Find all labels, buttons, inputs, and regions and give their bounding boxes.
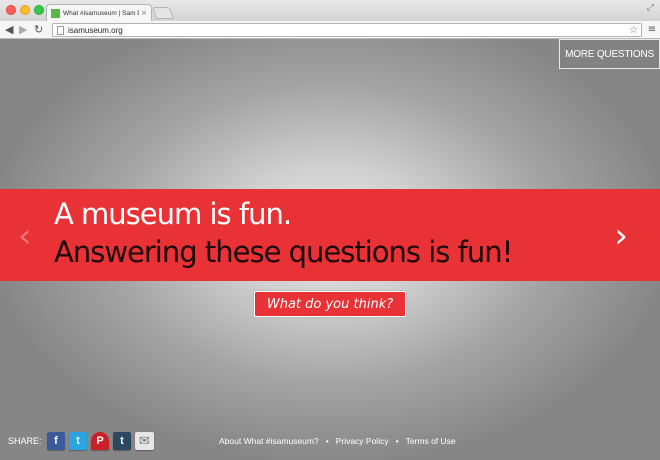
next-arrow-icon[interactable]: ›	[614, 219, 628, 253]
twitter-icon[interactable]: t	[69, 432, 87, 450]
browser-titlebar: What #isamuseum | Sam D × ⤢	[0, 0, 660, 22]
window-minimize-button[interactable]	[20, 5, 30, 15]
page-viewport: MORE QUESTIONS ‹ A museum is fun. Answer…	[0, 39, 660, 460]
more-questions-button[interactable]: MORE QUESTIONS	[559, 39, 660, 69]
tab-close-icon[interactable]: ×	[141, 10, 147, 17]
window-maximize-button[interactable]	[34, 5, 44, 15]
terms-of-use-link[interactable]: Terms of Use	[406, 436, 456, 446]
facebook-icon[interactable]: f	[47, 432, 65, 450]
footer: SHARE: f t P t ✉ About What #isamuseum? •…	[0, 431, 660, 453]
previous-arrow-icon[interactable]: ‹	[18, 219, 32, 253]
footer-separator: •	[325, 436, 329, 446]
window-close-button[interactable]	[6, 5, 16, 15]
email-icon[interactable]: ✉	[135, 432, 154, 450]
tumblr-icon[interactable]: t	[113, 432, 131, 450]
reload-icon[interactable]: ↻	[34, 23, 43, 37]
what-do-you-think-button[interactable]: What do you think?	[254, 291, 406, 317]
statement-banner: ‹ A museum is fun. Answering these quest…	[0, 189, 660, 281]
fullscreen-icon[interactable]: ⤢	[647, 4, 654, 13]
browser-tab[interactable]: What #isamuseum | Sam D ×	[46, 4, 152, 22]
pinterest-icon[interactable]: P	[91, 432, 109, 450]
privacy-policy-link[interactable]: Privacy Policy	[336, 436, 389, 446]
share-label: SHARE:	[8, 436, 42, 446]
browser-menu-icon[interactable]: ≡	[648, 23, 656, 37]
bookmark-star-icon[interactable]: ☆	[629, 24, 638, 37]
page-icon	[57, 26, 64, 35]
statement-line-2: Answering these questions is fun!	[54, 235, 513, 269]
footer-separator: •	[395, 436, 399, 446]
back-arrow-icon[interactable]: ◀	[5, 23, 13, 37]
statement-line-1: A museum is fun.	[54, 197, 292, 231]
url-text[interactable]: isamuseum.org	[68, 24, 123, 37]
address-bar[interactable]: isamuseum.org ☆	[52, 23, 642, 37]
new-tab-button[interactable]	[151, 7, 175, 19]
browser-toolbar: ◀ ▶ ↻ isamuseum.org ☆ ≡	[0, 21, 660, 39]
favicon-icon	[51, 9, 60, 18]
tab-title: What #isamuseum | Sam D	[63, 10, 140, 17]
forward-arrow-icon[interactable]: ▶	[19, 23, 27, 37]
about-link[interactable]: About What #isamuseum?	[219, 436, 319, 446]
footer-links: About What #isamuseum? • Privacy Policy • Te…	[219, 436, 456, 446]
